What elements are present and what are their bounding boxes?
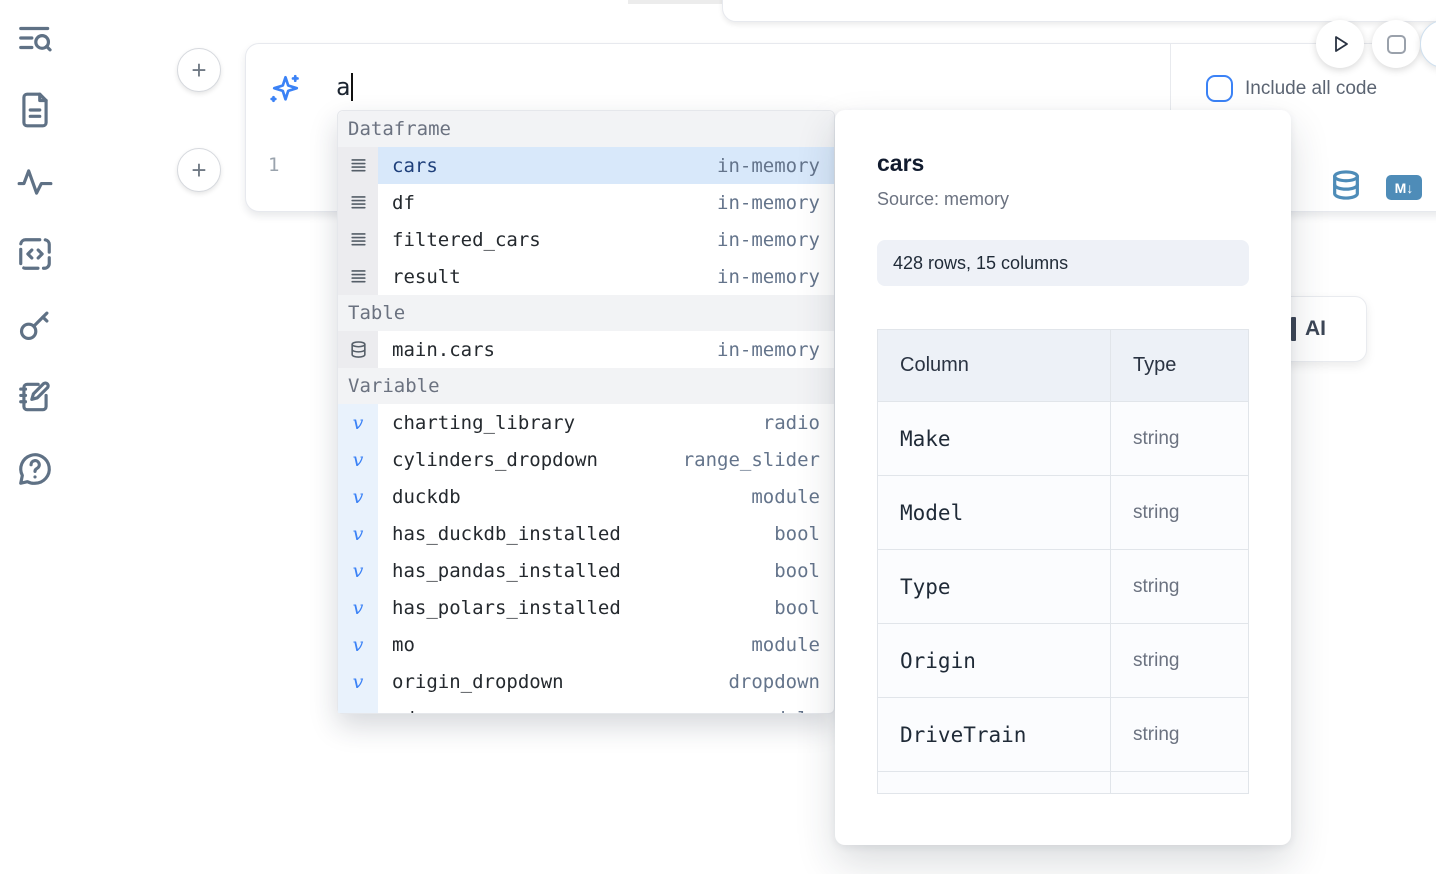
variable-icon: v xyxy=(338,478,378,515)
autocomplete-item-mo[interactable]: v momodule xyxy=(338,626,834,663)
include-all-code-label: Include all code xyxy=(1245,78,1377,100)
popup-title: cars xyxy=(877,150,1249,177)
ai-button-icon xyxy=(1291,317,1296,341)
table-row: Model string xyxy=(878,476,1248,550)
table-row-partial xyxy=(878,772,1248,794)
variable-icon: v xyxy=(338,552,378,589)
stop-button[interactable] xyxy=(1372,20,1420,68)
file-text-icon[interactable] xyxy=(16,91,56,131)
activity-icon[interactable] xyxy=(16,163,56,203)
variable-icon: v xyxy=(338,663,378,700)
schema-table: Column Type Make string Model string Typ… xyxy=(877,329,1249,794)
autocomplete-item-cylinders-dropdown[interactable]: v cylinders_dropdownrange_slider xyxy=(338,441,834,478)
key-icon[interactable] xyxy=(16,306,56,346)
autocomplete-item-result[interactable]: resultin-memory xyxy=(338,258,834,295)
autocomplete-dropdown: Dataframe carsin-memory dfin-memory filt… xyxy=(337,110,835,714)
type-header: Type xyxy=(1111,330,1248,401)
table-database-icon xyxy=(338,331,378,368)
variable-icon: v xyxy=(338,441,378,478)
section-header-dataframe: Dataframe xyxy=(338,111,834,147)
dataframe-preview-popup: cars Source: memory 428 rows, 15 columns… xyxy=(835,110,1291,845)
popup-source: Source: memory xyxy=(877,189,1249,210)
markdown-icon[interactable]: M↓ xyxy=(1386,175,1422,200)
autocomplete-item-cars[interactable]: carsin-memory xyxy=(338,147,834,184)
text-caret xyxy=(351,73,353,101)
autocomplete-item-has-polars-installed[interactable]: v has_polars_installedbool xyxy=(338,589,834,626)
ai-prompt-input[interactable]: a xyxy=(336,73,353,101)
schema-table-header: Column Type xyxy=(878,330,1248,402)
code-square-icon[interactable] xyxy=(16,235,56,275)
section-header-table: Table xyxy=(338,295,834,331)
variable-icon: v xyxy=(338,626,378,663)
table-row: DriveTrain string xyxy=(878,698,1248,772)
table-row: Make string xyxy=(878,402,1248,476)
autocomplete-item-origin-dropdown[interactable]: v origin_dropdowndropdown xyxy=(338,663,834,700)
table-row: Origin string xyxy=(878,624,1248,698)
ai-prompt-value: a xyxy=(336,73,350,101)
dataframe-icon xyxy=(338,221,378,258)
autocomplete-item-duckdb[interactable]: v duckdbmodule xyxy=(338,478,834,515)
variable-icon: v xyxy=(338,589,378,626)
autocomplete-item-has-pandas-installed[interactable]: v has_pandas_installedbool xyxy=(338,552,834,589)
ai-button-label: AI xyxy=(1305,317,1326,341)
line-number: 1 xyxy=(268,154,279,176)
stop-icon xyxy=(1387,35,1406,54)
column-header: Column xyxy=(878,330,1111,401)
previous-cell-remnant xyxy=(722,0,1436,22)
variable-icon: v xyxy=(338,700,378,713)
add-cell-above-button[interactable]: + xyxy=(177,48,221,92)
dataframe-icon xyxy=(338,147,378,184)
notebook-pen-icon[interactable] xyxy=(16,378,56,418)
list-search-icon[interactable] xyxy=(16,19,56,59)
autocomplete-item-df[interactable]: dfin-memory xyxy=(338,184,834,221)
ai-sparkles-icon xyxy=(266,72,302,108)
database-icon[interactable] xyxy=(1330,168,1362,207)
include-all-code-checkbox[interactable] xyxy=(1206,75,1233,102)
autocomplete-item-main-cars[interactable]: main.carsin-memory xyxy=(338,331,834,368)
run-cell-button[interactable] xyxy=(1316,20,1364,68)
autocomplete-item-charting-library[interactable]: v charting_libraryradio xyxy=(338,404,834,441)
table-row: Type string xyxy=(878,550,1248,624)
variable-icon: v xyxy=(338,515,378,552)
add-cell-below-button[interactable]: + xyxy=(177,148,221,192)
autocomplete-item-filtered-cars[interactable]: filtered_carsin-memory xyxy=(338,221,834,258)
autocomplete-item-has-duckdb-installed[interactable]: v has_duckdb_installedbool xyxy=(338,515,834,552)
help-bubble-icon[interactable] xyxy=(16,450,56,490)
dataframe-icon xyxy=(338,184,378,221)
popup-shape-badge: 428 rows, 15 columns xyxy=(877,240,1249,286)
sidebar xyxy=(0,0,72,874)
play-icon xyxy=(1328,32,1352,56)
autocomplete-item-pd[interactable]: v pdmodule xyxy=(338,700,834,713)
dataframe-icon xyxy=(338,258,378,295)
variable-icon: v xyxy=(338,404,378,441)
section-header-variable: Variable xyxy=(338,368,834,404)
